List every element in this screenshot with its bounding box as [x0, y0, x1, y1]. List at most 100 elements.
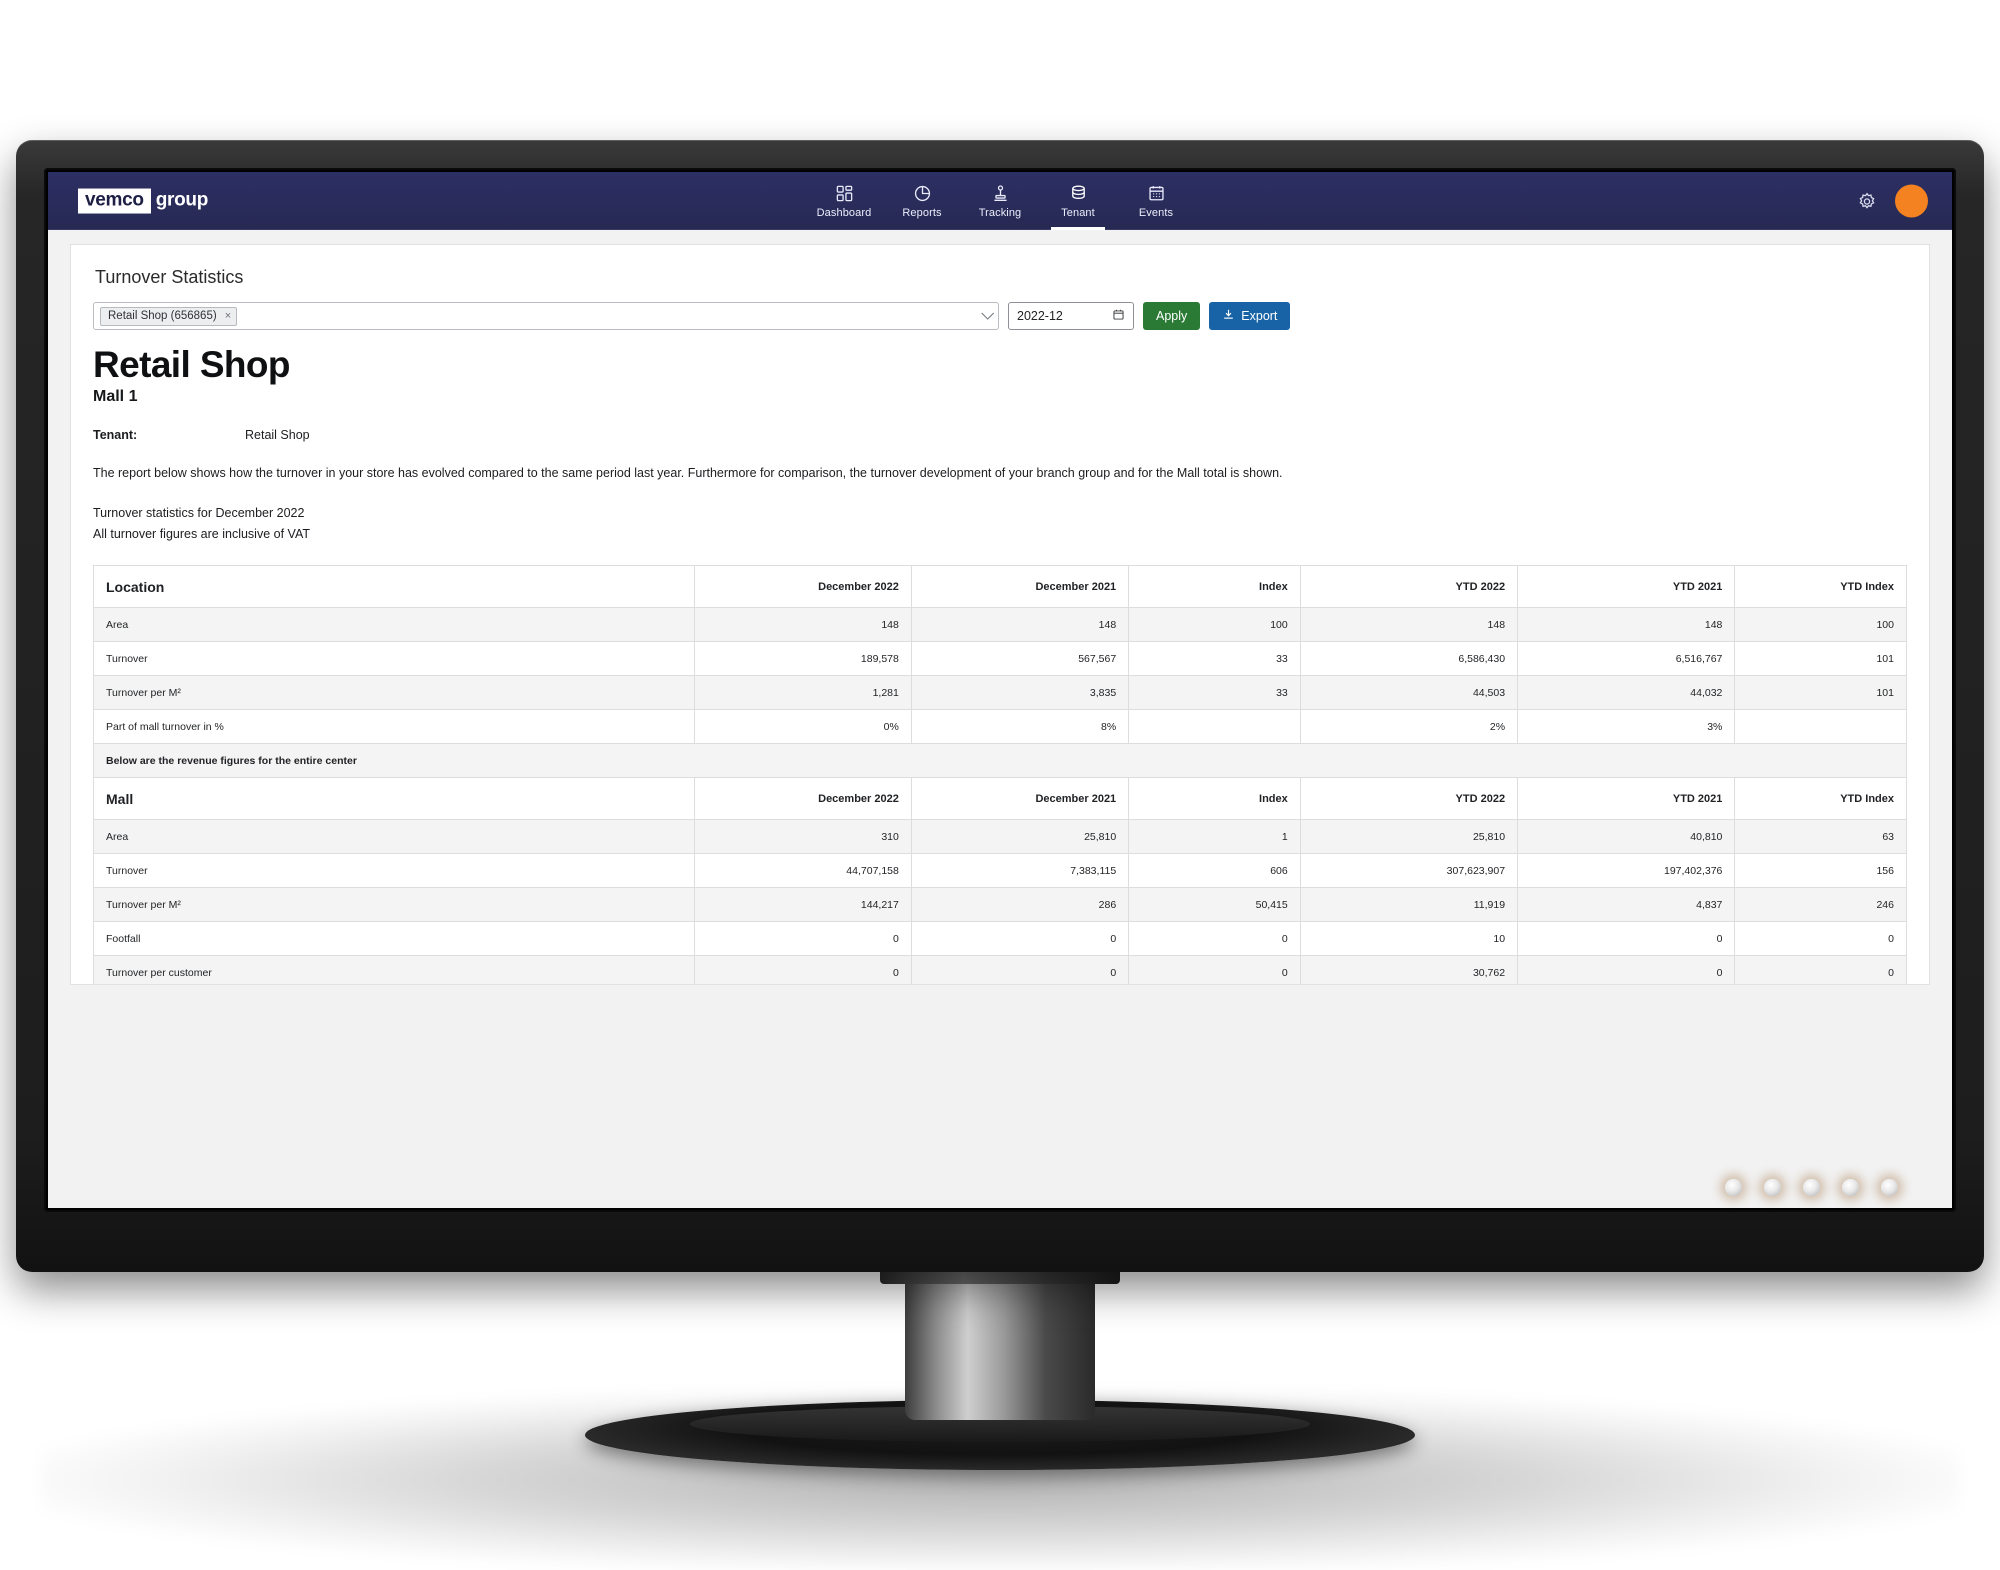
table-row: Turnover per M² 144,217 286 50,415 11,91…	[93, 887, 1907, 923]
row-label: Area	[93, 607, 695, 643]
row-value: 2%	[1299, 709, 1519, 745]
main-nav: Dashboard Reports Tracking Tenant Events	[805, 172, 1195, 230]
row-value: 50,415	[1128, 887, 1301, 923]
row-value: 567,567	[910, 641, 1130, 677]
monitor-screen: vemco group Dashboard Reports Tracking T…	[48, 172, 1952, 1208]
screenshot-scene: vemco group Dashboard Reports Tracking T…	[0, 0, 2000, 1570]
row-value: 8%	[910, 709, 1130, 745]
nav-label-tenant: Tenant	[1061, 206, 1095, 219]
monitor-frame: vemco group Dashboard Reports Tracking T…	[16, 140, 1984, 1272]
location-table-header-row: Location December 2022 December 2021 Ind…	[93, 565, 1907, 609]
row-value: 0	[910, 955, 1130, 984]
nav-label-tracking: Tracking	[978, 206, 1022, 219]
location-table-header-0: Location	[93, 565, 695, 609]
table-row: Area 310 25,810 1 25,810 40,810 63	[93, 819, 1907, 855]
nav-label-dashboard: Dashboard	[816, 206, 872, 219]
calendar-icon[interactable]	[1112, 308, 1125, 324]
mall-table-header-0: Mall	[93, 777, 695, 821]
date-input[interactable]: 2022-12	[1008, 302, 1134, 330]
row-value: 148	[693, 607, 912, 643]
revenue-note: Below are the revenue figures for the en…	[93, 743, 1907, 779]
row-value: 11,919	[1299, 887, 1519, 923]
content-area: Turnover Statistics Retail Shop (656865)…	[48, 230, 1952, 1208]
row-label: Turnover	[93, 853, 695, 889]
row-value: 40,810	[1517, 819, 1736, 855]
report-toolbar: Retail Shop (656865) × 2022-12 Apply Exp…	[93, 302, 1907, 330]
calendar-icon	[1147, 184, 1166, 204]
row-value: 246	[1734, 887, 1907, 923]
row-value: 44,707,158	[693, 853, 912, 889]
row-label: Turnover per M²	[93, 675, 695, 711]
download-icon	[1222, 308, 1235, 324]
tenant-tag[interactable]: Retail Shop (656865) ×	[100, 306, 238, 326]
tracking-pin-icon	[991, 184, 1010, 204]
row-value: 100	[1734, 607, 1907, 643]
row-value: 156	[1734, 853, 1907, 889]
close-icon[interactable]: ×	[225, 310, 231, 322]
bezel-dot	[1764, 1179, 1781, 1196]
row-value: 0	[1734, 955, 1907, 984]
row-value: 63	[1734, 819, 1907, 855]
mall-table-header-2: December 2021	[910, 777, 1130, 821]
gear-icon[interactable]	[1857, 191, 1877, 211]
row-value: 44,503	[1299, 675, 1519, 711]
table-row: Footfall 0 0 0 10 0 0	[93, 921, 1907, 957]
row-value: 0	[1517, 955, 1736, 984]
stats-line-vat: All turnover figures are inclusive of VA…	[93, 527, 310, 542]
table-row: Area 148 148 100 148 148 100	[93, 607, 1907, 643]
row-value: 100	[1128, 607, 1301, 643]
monitor-bezel: vemco group Dashboard Reports Tracking T…	[44, 168, 1956, 1212]
pie-chart-icon	[913, 184, 932, 204]
location-table-header-1: December 2022	[693, 565, 912, 609]
row-value: 30,762	[1299, 955, 1519, 984]
export-button[interactable]: Export	[1209, 302, 1291, 330]
logo-word-text: group	[155, 190, 209, 211]
row-value: 197,402,376	[1517, 853, 1736, 889]
row-value: 1	[1128, 819, 1301, 855]
row-value: 10	[1299, 921, 1519, 957]
row-value: 33	[1128, 641, 1301, 677]
date-input-value: 2022-12	[1017, 309, 1063, 323]
dashboard-icon	[835, 184, 854, 204]
table-row: Turnover per M² 1,281 3,835 33 44,503 44…	[93, 675, 1907, 711]
nav-item-tenant[interactable]: Tenant	[1039, 172, 1117, 230]
export-button-label: Export	[1241, 309, 1278, 323]
table-row: Turnover 189,578 567,567 33 6,586,430 6,…	[93, 641, 1907, 677]
stats-line-period: Turnover statistics for December 2022	[93, 506, 305, 521]
bezel-dot	[1725, 1179, 1742, 1196]
row-value: 148	[910, 607, 1130, 643]
location-table-header-2: December 2021	[910, 565, 1130, 609]
bezel-dot	[1803, 1179, 1820, 1196]
row-value: 3%	[1517, 709, 1736, 745]
report-subtitle: Mall 1	[93, 388, 138, 405]
row-label: Turnover	[93, 641, 695, 677]
row-value: 0	[1128, 921, 1301, 957]
nav-label-events: Events	[1138, 206, 1174, 219]
nav-item-dashboard[interactable]: Dashboard	[805, 172, 883, 230]
avatar[interactable]	[1895, 184, 1928, 218]
tenant-select[interactable]: Retail Shop (656865) ×	[93, 302, 999, 330]
row-value: 144,217	[693, 887, 912, 923]
nav-item-events[interactable]: Events	[1117, 172, 1195, 230]
apply-button[interactable]: Apply	[1143, 302, 1201, 330]
row-value: 606	[1128, 853, 1301, 889]
mall-table-header-5: YTD 2021	[1517, 777, 1736, 821]
nav-item-tracking[interactable]: Tracking	[961, 172, 1039, 230]
nav-item-reports[interactable]: Reports	[883, 172, 961, 230]
tenant-info-value: Retail Shop	[245, 428, 310, 442]
bezel-dot	[1842, 1179, 1859, 1196]
mall-table-header-4: YTD 2022	[1299, 777, 1519, 821]
row-label: Footfall	[93, 921, 695, 957]
row-value: 286	[910, 887, 1130, 923]
report-card: Turnover Statistics Retail Shop (656865)…	[70, 244, 1930, 985]
monitor-stand-neck	[905, 1275, 1095, 1420]
database-icon	[1069, 184, 1088, 204]
table-row: Turnover 44,707,158 7,383,115 606 307,62…	[93, 853, 1907, 889]
vemco-group-logo[interactable]: vemco group	[78, 188, 209, 214]
row-label: Area	[93, 819, 695, 855]
row-value: 4,837	[1517, 887, 1736, 923]
chevron-down-icon	[981, 306, 995, 320]
row-value: 148	[1517, 607, 1736, 643]
table-note-row: Below are the revenue figures for the en…	[93, 743, 1907, 779]
report-stat-lines: Turnover statistics for December 2022 Al…	[93, 504, 1907, 543]
